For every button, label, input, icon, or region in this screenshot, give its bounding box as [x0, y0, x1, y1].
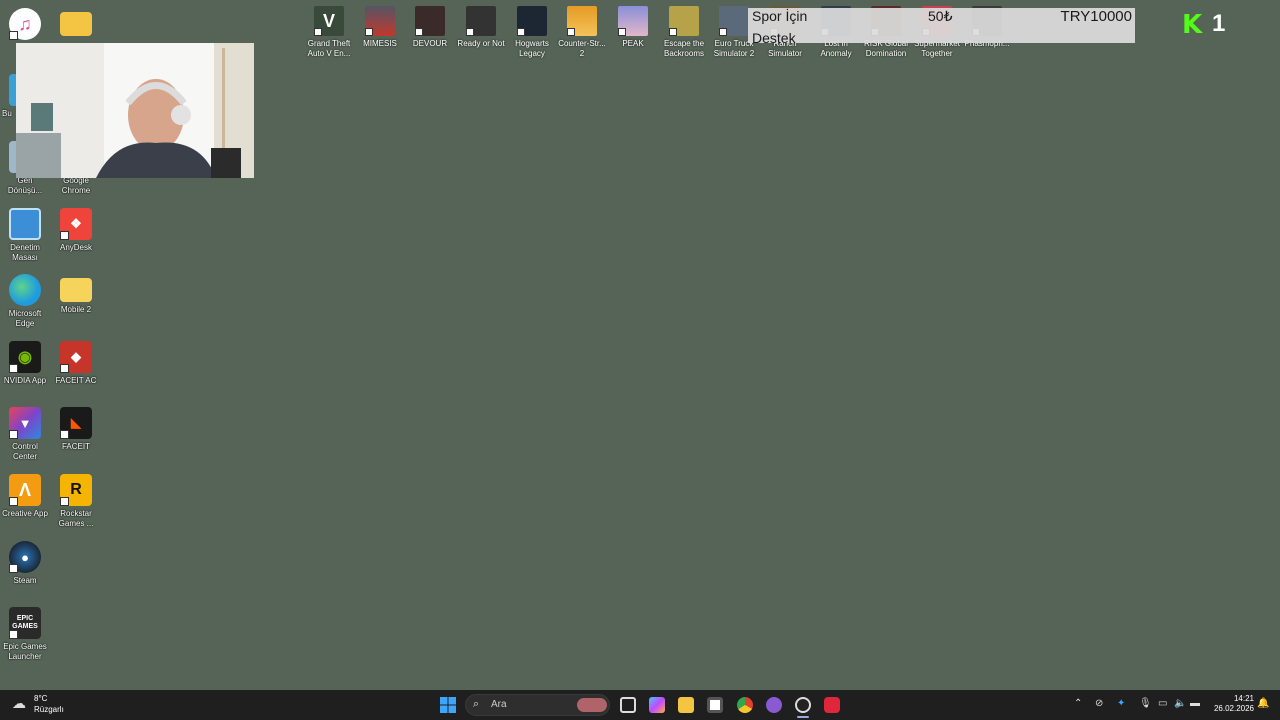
desktop-icon-creative-app[interactable]: Λ Creative App — [0, 474, 50, 519]
peak-icon — [618, 6, 648, 36]
windows-icon — [440, 697, 456, 713]
search-placeholder: Ara — [491, 699, 507, 710]
edge-icon — [9, 274, 41, 306]
epic-games-icon: EPIC GAMES — [9, 607, 41, 639]
battery-icon[interactable]: ▬ — [1190, 698, 1200, 709]
ready-or-not-icon — [466, 6, 496, 36]
hogwarts-legacy-icon — [517, 6, 547, 36]
devour-icon — [415, 6, 445, 36]
folder-icon — [60, 278, 92, 302]
clock-time: 14:21 — [1233, 694, 1254, 703]
desktop-icon-rockstar[interactable]: R Rockstar Games ... — [51, 474, 101, 529]
faceit-icon: ◣ — [60, 407, 92, 439]
kick-logo-icon: K — [1182, 10, 1203, 40]
desktop-icon-anydesk[interactable]: ❖ AnyDesk — [51, 208, 101, 253]
network-off-icon[interactable]: ⊘ — [1095, 698, 1103, 709]
desktop-icon-hogwarts-legacy[interactable]: Hogwarts Legacy — [506, 6, 558, 59]
euro-truck-icon — [719, 6, 749, 36]
creative-app-icon: Λ — [9, 474, 41, 506]
file-explorer-button[interactable] — [678, 697, 694, 713]
search-icon: ⌕ — [473, 698, 480, 710]
webcam-feed-image — [16, 43, 254, 178]
anydesk-icon: ❖ — [60, 208, 92, 240]
desktop-icon-peak[interactable]: PEAK — [607, 6, 659, 49]
discord-taskbar-button[interactable] — [766, 697, 782, 713]
weather-icon: ☁ — [12, 695, 26, 711]
mimesis-icon — [365, 6, 395, 36]
active-app-indicator — [797, 716, 809, 718]
microphone-icon[interactable]: 🎙 — [1139, 698, 1152, 709]
task-view-button[interactable] — [620, 697, 636, 713]
desktop-icon-edge[interactable]: Microsoft Edge — [0, 274, 50, 329]
start-button[interactable] — [440, 697, 456, 713]
desktop-icon-escape-backrooms[interactable]: Escape the Backrooms — [658, 6, 710, 59]
weather-widget[interactable]: ☁ 8°C Rüzgarlı — [10, 693, 70, 717]
desktop-icon-faceit-ac[interactable]: ◆ FACEIT AC — [51, 341, 101, 386]
desktop-icon-devour[interactable]: DEVOUR — [404, 6, 456, 49]
desktop-icon-control-center[interactable]: ▼ Control Center — [0, 407, 50, 462]
opera-taskbar-button[interactable] — [824, 697, 840, 713]
desktop-icon-mobile-2[interactable]: Mobile 2 — [51, 274, 101, 315]
desktop-icon-folder[interactable] — [51, 8, 101, 39]
desktop-icon-nvidia[interactable]: ◉ NVIDIA App — [0, 341, 50, 386]
bluetooth-icon[interactable]: ✦ — [1117, 698, 1125, 709]
desktop-icon-ready-or-not[interactable]: Ready or Not — [455, 6, 507, 49]
itunes-icon: ♫ — [9, 8, 41, 40]
gta-v-icon: V — [314, 6, 344, 36]
chrome-taskbar-button[interactable] — [737, 697, 753, 713]
store-button[interactable] — [707, 697, 723, 713]
obs-taskbar-button[interactable] — [795, 697, 811, 713]
desktop-icon-gta-v[interactable]: V Grand Theft Auto V En... — [303, 6, 355, 59]
kick-viewer-count: 1 — [1212, 10, 1226, 37]
taskbar-search-box[interactable]: ⌕ Ara — [465, 694, 610, 716]
desktop-icon-mimesis[interactable]: MIMESIS — [354, 6, 406, 49]
weather-desc: Rüzgarlı — [34, 705, 64, 714]
folder-icon — [60, 12, 92, 36]
control-center-icon: ▼ — [9, 407, 41, 439]
desktop-icon-epic-games[interactable]: EPIC GAMES Epic Games Launcher — [0, 607, 50, 662]
donation-goal-overlay: Spor İçin Destek 50₺ TRY10000 — [748, 8, 1135, 46]
taskbar-clock[interactable]: 14:21 26.02.2026 — [1214, 694, 1254, 714]
chevron-up-icon[interactable]: ⌃ — [1074, 698, 1082, 709]
webcam-overlay — [16, 43, 254, 178]
desktop-icon-counter-strike[interactable]: Counter-Str... 2 — [556, 6, 608, 59]
rockstar-icon: R — [60, 474, 92, 506]
display-icon[interactable]: ▭ — [1158, 698, 1167, 709]
notification-bell-icon[interactable]: 🔔 — [1257, 698, 1269, 709]
counter-strike-icon — [567, 6, 597, 36]
faceit-ac-icon: ◆ — [60, 341, 92, 373]
desktop-icon-faceit[interactable]: ◣ FACEIT — [51, 407, 101, 452]
donation-goal-total: TRY10000 — [1060, 8, 1132, 25]
donation-title-line1: Spor İçin — [752, 8, 808, 24]
desktop-icon-control-panel[interactable]: Denetim Masası — [0, 208, 50, 263]
nvidia-icon: ◉ — [9, 341, 41, 373]
volume-icon[interactable]: 🔈 — [1174, 698, 1186, 709]
steam-icon: ● — [9, 541, 41, 573]
taskbar: ☁ 8°C Rüzgarlı ⌕ Ara ⌃ ⊘ ✦ 🎙 ▭ 🔈 ▬ 14:21… — [0, 690, 1280, 720]
desktop-icon-steam[interactable]: ● Steam — [0, 541, 50, 586]
donation-amount: 50₺ — [928, 8, 953, 24]
donation-title-line2: Destek — [752, 30, 796, 46]
copilot-button[interactable] — [649, 697, 665, 713]
control-panel-icon — [9, 208, 41, 240]
desktop-icon-itunes[interactable]: ♫ — [0, 8, 50, 43]
weather-temp: 8°C — [34, 694, 48, 703]
clock-date: 26.02.2026 — [1213, 704, 1254, 713]
escape-backrooms-icon — [669, 6, 699, 36]
search-highlight-icon — [577, 698, 607, 712]
